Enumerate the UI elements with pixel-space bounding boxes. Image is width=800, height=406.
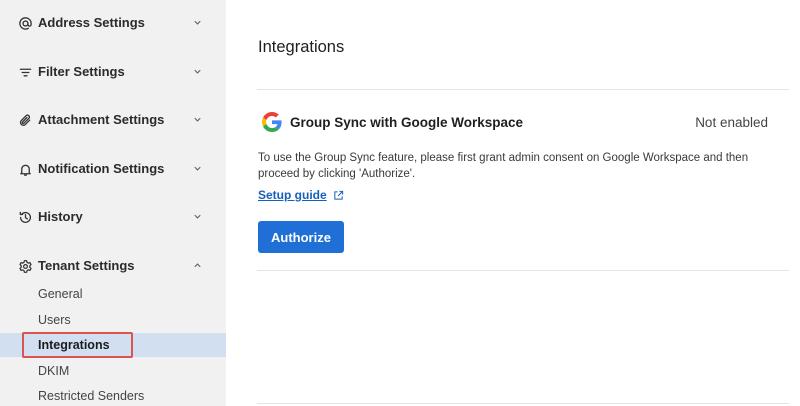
sidebar-section-attachment-settings[interactable]: Attachment Settings (0, 105, 226, 135)
chevron-down-icon (194, 117, 201, 122)
sidebar-item-label: General (38, 287, 83, 301)
setup-guide-label: Setup guide (258, 188, 327, 202)
divider (257, 89, 789, 90)
chevron-down-icon (194, 214, 201, 219)
main-content: Integrations Group Sync with Google Work… (226, 0, 800, 406)
sidebar-item-integrations[interactable]: Integrations (0, 333, 226, 357)
sidebar-item-label: Users (38, 313, 71, 327)
setup-guide-link[interactable]: Setup guide (258, 188, 344, 202)
paperclip-icon (17, 112, 33, 128)
sidebar-section-notification-settings[interactable]: Notification Settings (0, 154, 226, 184)
authorize-button[interactable]: Authorize (258, 221, 344, 253)
sidebar-section-label: Attachment Settings (38, 112, 165, 127)
sidebar-section-address-settings[interactable]: Address Settings (0, 8, 226, 38)
sidebar-section-filter-settings[interactable]: Filter Settings (0, 57, 226, 87)
sidebar-item-label: Integrations (38, 338, 110, 352)
page-title: Integrations (258, 38, 345, 56)
chevron-up-icon (194, 263, 201, 268)
sidebar-section-tenant-settings[interactable]: Tenant Settings (0, 251, 226, 281)
chevron-down-icon (194, 166, 201, 171)
chevron-down-icon (194, 69, 201, 74)
divider (257, 270, 789, 271)
status-text: Not enabled (695, 115, 768, 130)
sidebar-section-label: History (38, 209, 83, 224)
filter-icon (17, 64, 33, 80)
sidebar-section-label: Address Settings (38, 15, 145, 30)
sidebar-item-label: DKIM (38, 364, 70, 378)
divider (257, 403, 789, 404)
sidebar-item-dkim[interactable]: DKIM (0, 359, 226, 383)
integration-title: Group Sync with Google Workspace (290, 115, 524, 130)
sidebar-item-users[interactable]: Users (0, 308, 226, 332)
sidebar-item-label: Restricted Senders (38, 389, 145, 403)
history-icon (17, 209, 33, 225)
integration-description: To use the Group Sync feature, please fi… (258, 152, 749, 180)
bell-icon (17, 161, 33, 177)
sidebar-section-label: Notification Settings (38, 161, 165, 176)
at-sign-icon (17, 15, 33, 31)
google-logo-icon (262, 112, 282, 132)
gear-icon (17, 258, 33, 274)
sidebar-section-label: Tenant Settings (38, 258, 135, 273)
sidebar-section-history[interactable]: History (0, 202, 226, 232)
sidebar-section-label: Filter Settings (38, 64, 125, 79)
external-link-icon (334, 190, 343, 200)
sidebar-item-general[interactable]: General (0, 282, 226, 306)
chevron-down-icon (194, 20, 201, 25)
sidebar: Address Settings Filter Settings Attachm… (0, 0, 226, 406)
sidebar-item-restricted-senders[interactable]: Restricted Senders (0, 384, 226, 406)
